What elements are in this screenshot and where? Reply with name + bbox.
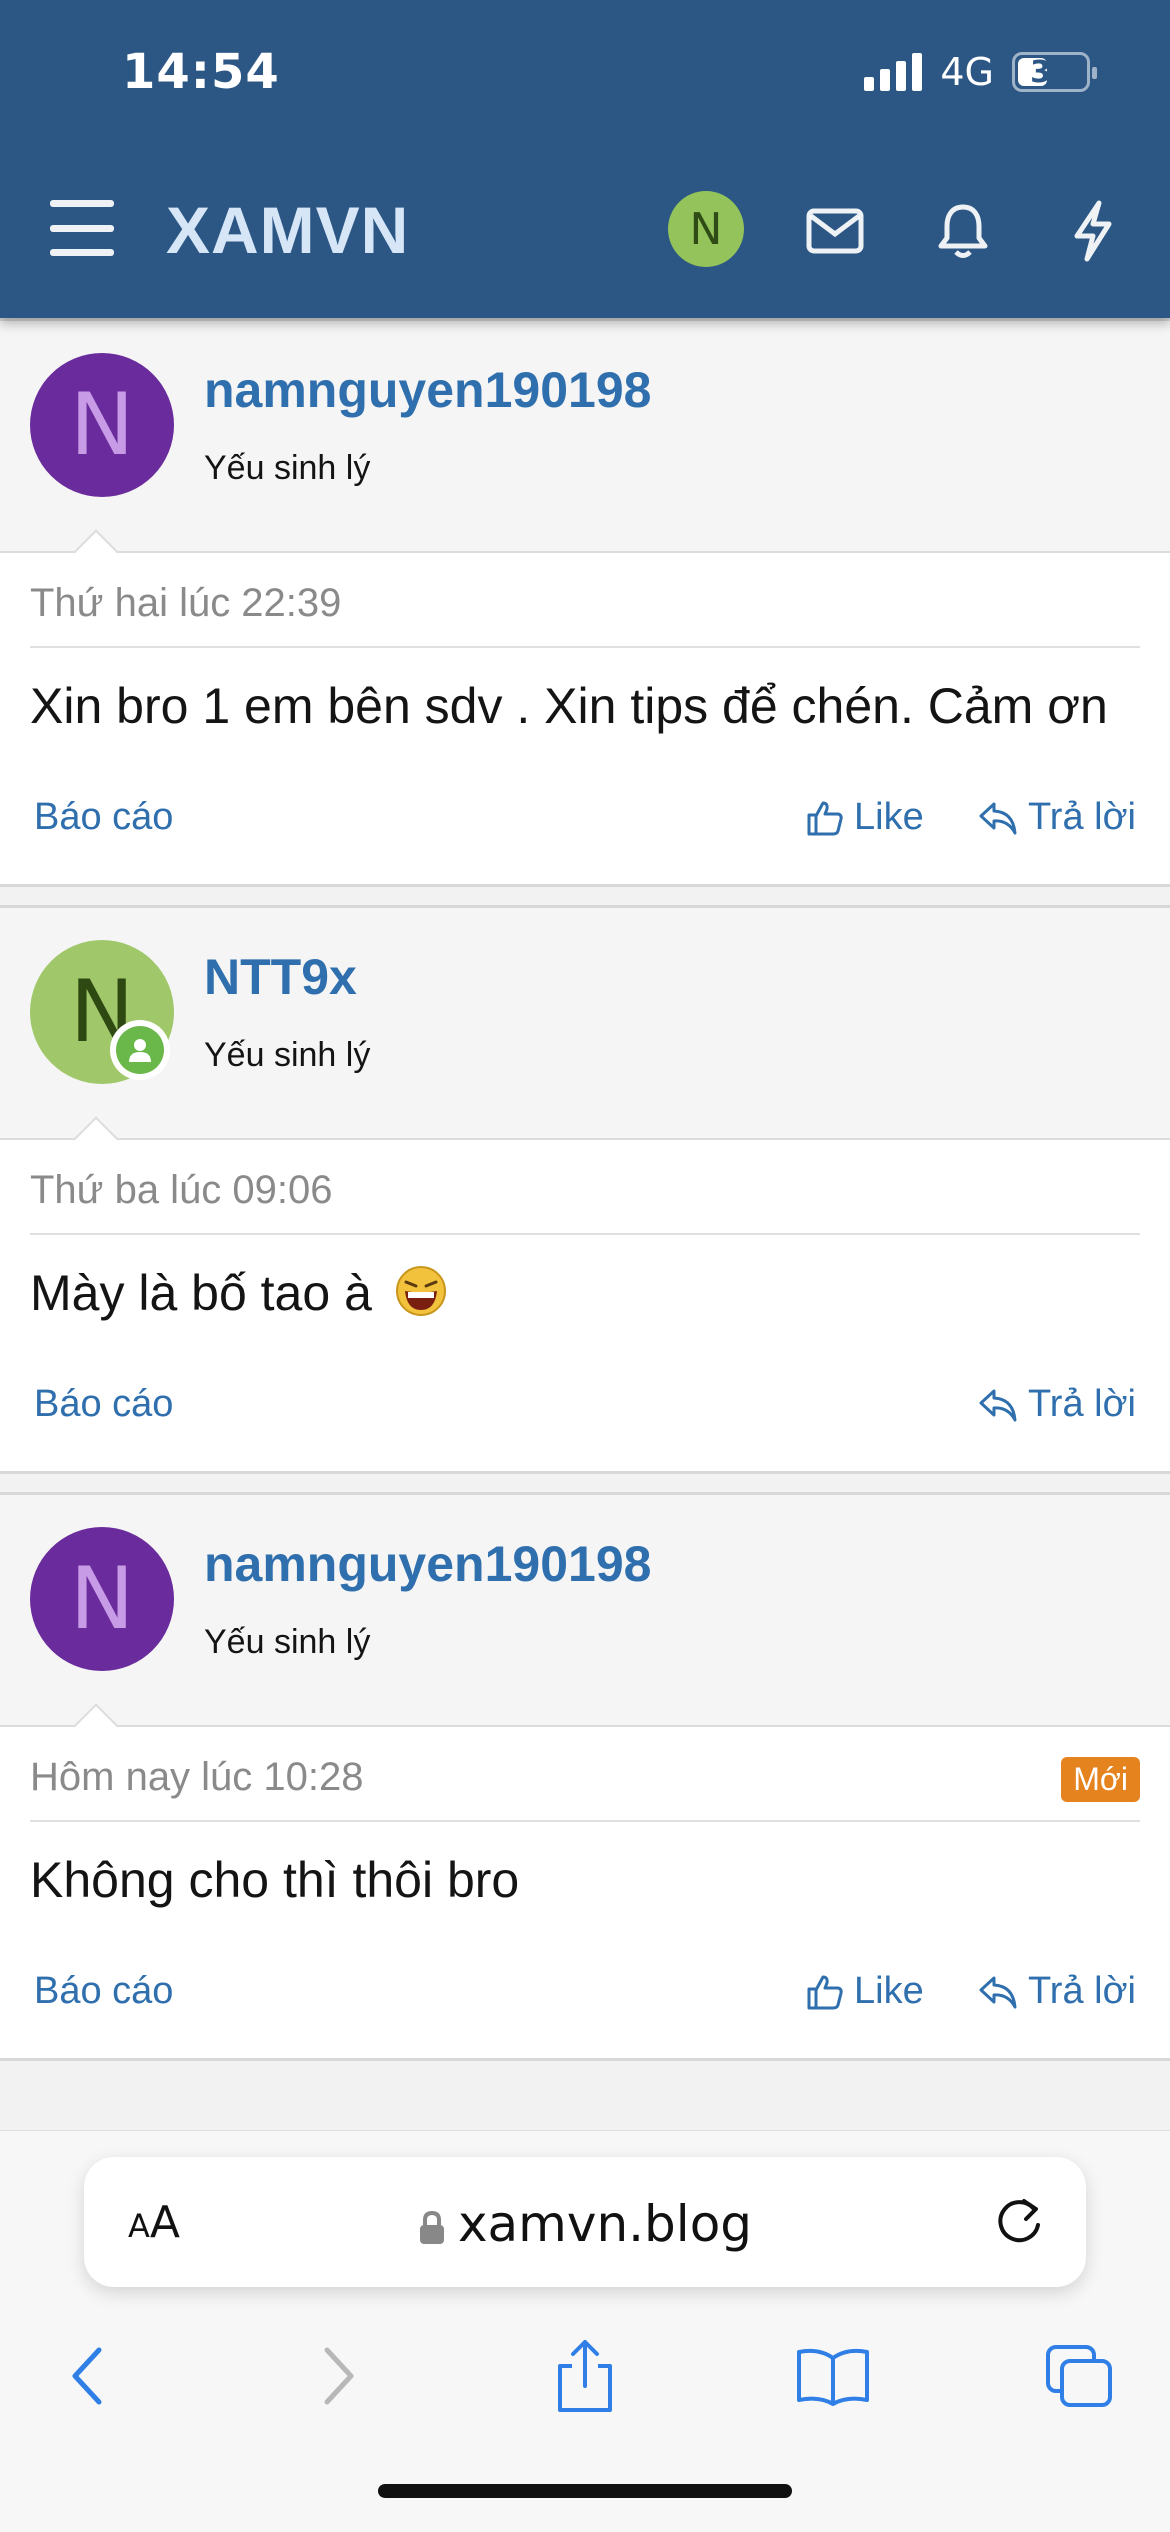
thumbs-up-icon <box>807 801 843 835</box>
online-status-icon <box>110 1020 170 1080</box>
user-title: Yếu sinh lý <box>204 1623 371 1661</box>
report-button[interactable]: Báo cáo <box>34 796 173 839</box>
like-label: Like <box>854 1970 924 2012</box>
report-label: Báo cáo <box>34 1383 174 1425</box>
post: N NTT9x Yếu sinh lý Thứ ba lúc 09:06 Mày… <box>0 905 1170 1474</box>
new-badge: Mới <box>1061 1757 1140 1802</box>
post-message: Mày là bố tao à <box>30 1235 1140 1361</box>
username-link[interactable]: namnguyen190198 <box>204 1535 651 1593</box>
avatar[interactable]: N <box>30 353 174 497</box>
status-time: 14:54 <box>122 44 280 100</box>
battery-level: 38 <box>1030 54 1072 90</box>
cellular-signal-icon <box>864 53 923 91</box>
post-user-info: N NTT9x Yếu sinh lý <box>0 908 1170 1140</box>
address-bar[interactable]: AA xamvn.blog <box>84 2157 1086 2287</box>
forward-icon[interactable] <box>294 2331 384 2421</box>
post-date[interactable]: Hôm nay lúc 10:28 <box>30 1755 1140 1822</box>
header-avatar[interactable]: N <box>668 191 744 267</box>
reply-button[interactable]: Trả lời <box>978 1383 1136 1426</box>
bell-icon[interactable] <box>928 196 998 266</box>
url-text: xamvn.blog <box>457 2195 753 2253</box>
reply-label: Trả lời <box>1028 1970 1136 2012</box>
report-button[interactable]: Báo cáo <box>34 1970 173 2013</box>
post-message-text: Mày là bố tao à <box>30 1265 372 1321</box>
username-link[interactable]: namnguyen190198 <box>204 361 651 419</box>
like-button[interactable]: Like <box>806 1970 924 2013</box>
thumbs-up-icon <box>807 1975 843 2009</box>
post-actions: Báo cáo Trả lời <box>30 1361 1140 1471</box>
reply-button[interactable]: Trả lời <box>978 796 1136 839</box>
lightning-icon[interactable] <box>1058 196 1128 266</box>
reply-button[interactable]: Trả lời <box>978 1970 1136 2013</box>
username-link[interactable]: NTT9x <box>204 948 357 1006</box>
laughing-emoji-icon <box>395 1266 446 1316</box>
reply-icon <box>979 802 1017 834</box>
user-title: Yếu sinh lý <box>204 1036 371 1074</box>
site-logo[interactable]: XAMVN <box>166 192 409 268</box>
avatar[interactable]: N <box>30 1527 174 1671</box>
lock-icon <box>419 2210 444 2244</box>
post-actions: Báo cáo Like Trả lời <box>30 774 1140 884</box>
report-label: Báo cáo <box>34 796 174 838</box>
url-display[interactable]: xamvn.blog <box>84 2195 1086 2253</box>
hamburger-menu-icon[interactable] <box>50 200 114 256</box>
bookmarks-icon[interactable] <box>788 2331 878 2421</box>
post: N namnguyen190198 Yếu sinh lý Hôm nay lú… <box>0 1492 1170 2061</box>
top-header: 14:54 4G 38 XAMVN N <box>0 0 1170 318</box>
post-actions: Báo cáo Like Trả lời <box>30 1948 1140 2058</box>
reply-icon <box>979 1976 1017 2008</box>
post-date[interactable]: Thứ ba lúc 09:06 <box>30 1168 1140 1235</box>
post-message: Không cho thì thôi bro <box>30 1852 520 1908</box>
user-title: Yếu sinh lý <box>204 449 371 487</box>
home-indicator <box>378 2484 792 2498</box>
reload-icon[interactable] <box>994 2193 1046 2254</box>
back-icon[interactable] <box>42 2331 132 2421</box>
report-button[interactable]: Báo cáo <box>34 1383 173 1426</box>
reply-label: Trả lời <box>1028 796 1136 838</box>
thread-posts: N namnguyen190198 Yếu sinh lý Thứ hai lú… <box>0 318 1170 2079</box>
post-date[interactable]: Thứ hai lúc 22:39 <box>30 581 1140 648</box>
reply-label: Trả lời <box>1028 1383 1136 1425</box>
report-label: Báo cáo <box>34 1970 174 2012</box>
post-user-info: N namnguyen190198 Yếu sinh lý <box>0 321 1170 553</box>
network-type: 4G <box>940 50 994 94</box>
post-message: Xin bro 1 em bên sdv . Xin tips để chén.… <box>30 678 1108 734</box>
like-button[interactable]: Like <box>806 796 924 839</box>
mail-icon[interactable] <box>800 196 870 266</box>
post-user-info: N namnguyen190198 Yếu sinh lý <box>0 1495 1170 1727</box>
reply-icon <box>979 1389 1017 1421</box>
like-label: Like <box>854 796 924 838</box>
post: N namnguyen190198 Yếu sinh lý Thứ hai lú… <box>0 318 1170 887</box>
share-icon[interactable] <box>540 2331 630 2421</box>
status-indicators: 4G 38 <box>864 50 1097 94</box>
battery-icon: 38 <box>1012 52 1097 92</box>
tabs-icon[interactable] <box>1034 2331 1124 2421</box>
browser-bottom-bar: AA xamvn.blog <box>0 2130 1170 2532</box>
